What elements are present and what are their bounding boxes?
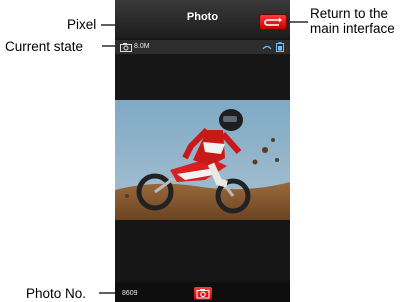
- signal-icon: [262, 45, 272, 50]
- return-arrow-icon: [264, 17, 282, 26]
- return-button[interactable]: [259, 14, 287, 30]
- shutter-button[interactable]: [194, 287, 212, 300]
- camera-mode-icon: [120, 43, 132, 52]
- photo-number: 8609: [122, 290, 138, 297]
- camera-screen: Photo 8.0M 8609: [115, 0, 290, 302]
- resolution-text: 8.0M: [134, 43, 150, 50]
- camera-shutter-icon: [196, 289, 210, 299]
- battery-icon: [276, 42, 284, 52]
- viewfinder-image: [115, 100, 290, 220]
